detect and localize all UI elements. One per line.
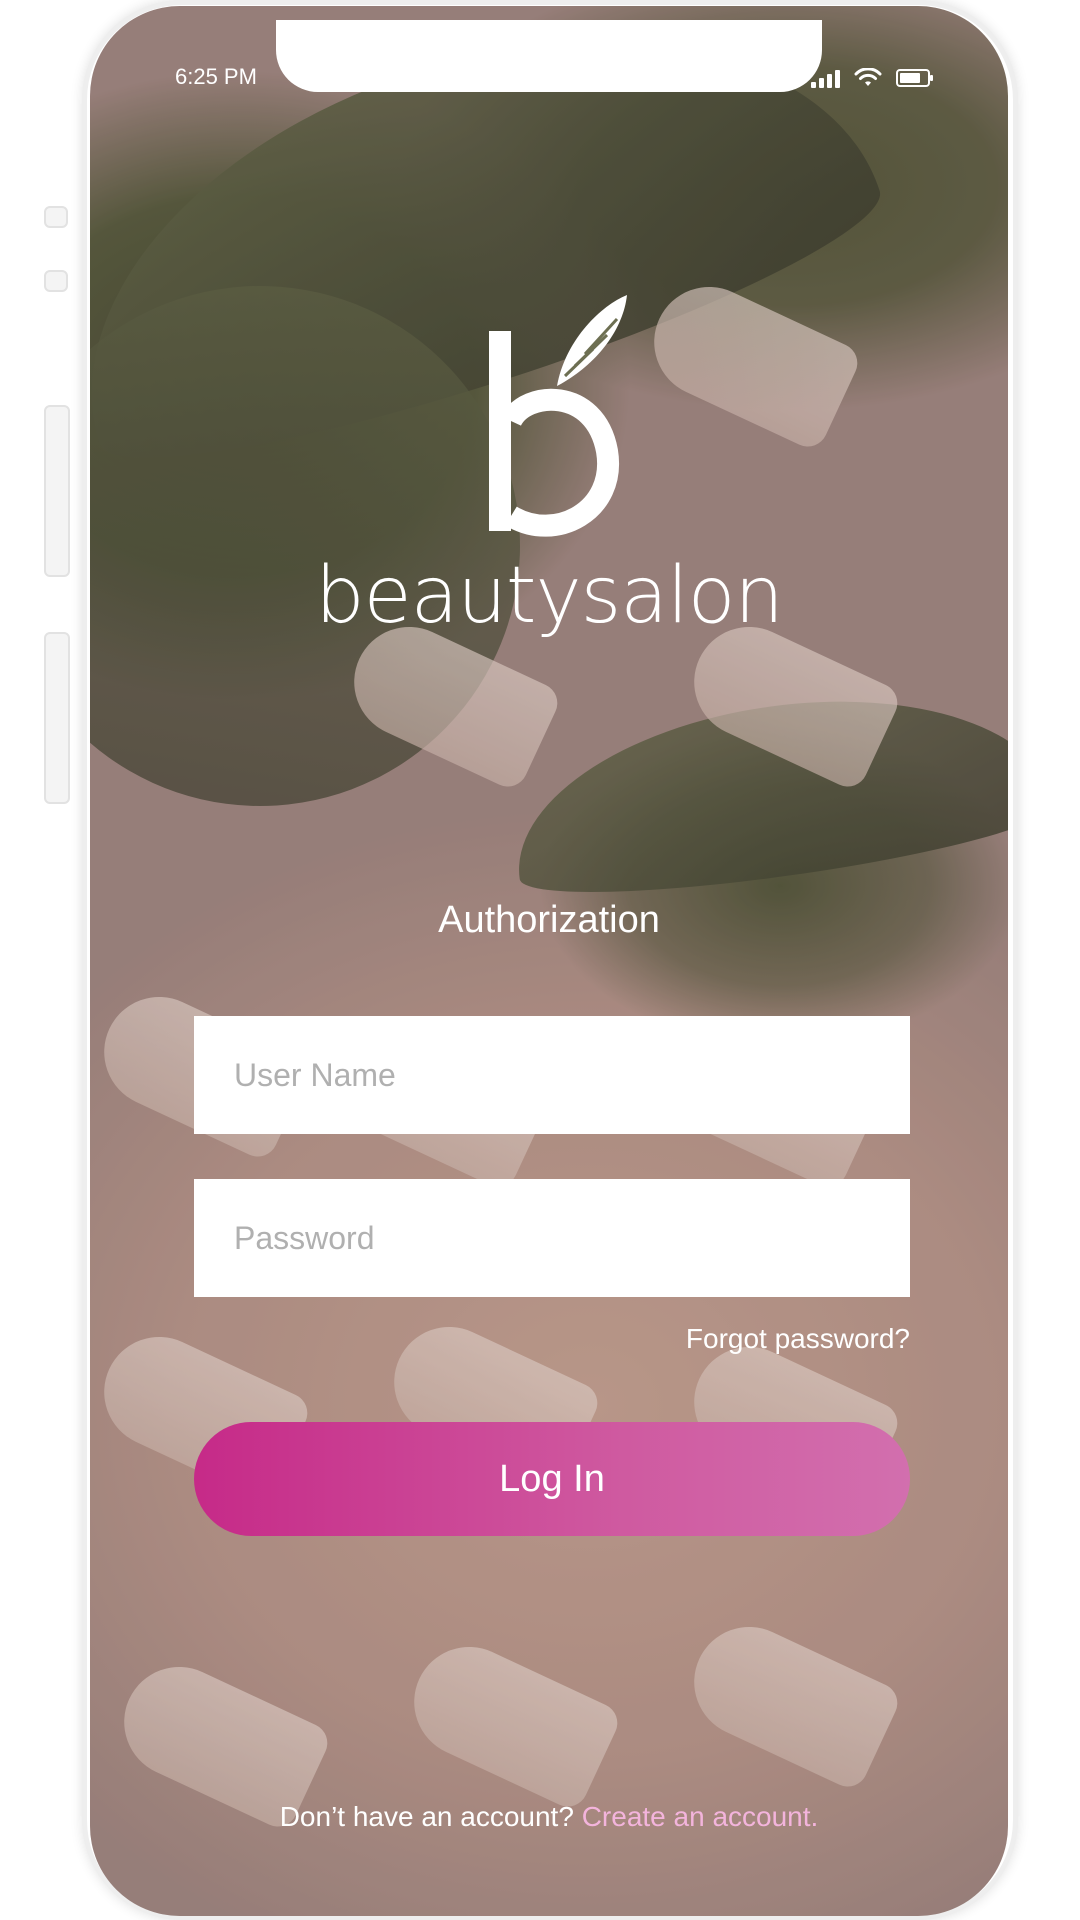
app-name: beautysalon — [315, 551, 784, 641]
status-bar: 6:25 PM — [90, 6, 1008, 96]
status-time: 6:25 PM — [175, 64, 257, 89]
volume-down-button — [44, 632, 70, 804]
battery-level — [900, 73, 920, 83]
signal-icon — [811, 68, 840, 88]
signup-prompt-text: Don’t have an account? — [279, 1801, 574, 1832]
login-button[interactable]: Log In — [194, 1422, 910, 1536]
battery-icon — [896, 69, 933, 87]
side-button-mute — [44, 270, 68, 292]
signup-prompt: Don’t have an account? Create an account… — [90, 1801, 1008, 1833]
side-button-top — [44, 206, 68, 228]
password-input[interactable] — [194, 1179, 910, 1297]
forgot-password-link[interactable]: Forgot password? — [686, 1323, 910, 1355]
app-screen: 6:25 PM beautysalon Authorization User N… — [90, 6, 1008, 1916]
create-account-link[interactable]: Create an account. — [582, 1801, 819, 1832]
username-input[interactable] — [194, 1016, 910, 1134]
status-icons — [811, 68, 933, 88]
wifi-icon — [854, 68, 882, 86]
notch — [276, 20, 822, 92]
auth-title: Authorization — [438, 899, 660, 941]
beautysalon-logo-icon — [489, 295, 627, 537]
volume-up-button — [44, 405, 70, 577]
